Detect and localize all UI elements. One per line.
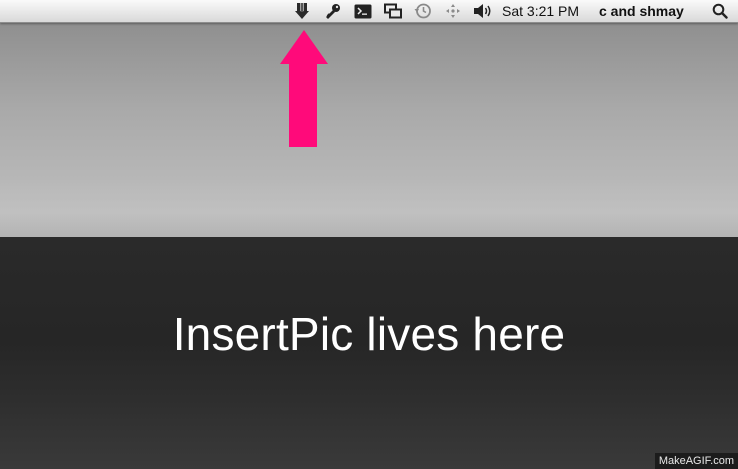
- clock-menu-extra[interactable]: Sat 3:21 PM: [502, 0, 586, 22]
- volume-icon: [473, 3, 493, 19]
- display-menu-extra[interactable]: [382, 0, 404, 22]
- caption-panel: InsertPic lives here: [0, 237, 738, 469]
- terminal-menu-extra[interactable]: [352, 0, 374, 22]
- caption-text: InsertPic lives here: [172, 308, 566, 360]
- spaces-menu-extra[interactable]: [442, 0, 464, 22]
- keychain-menu-extra[interactable]: [322, 0, 344, 22]
- terminal-icon: [354, 4, 372, 19]
- fast-user-switching-menu[interactable]: c and shmay: [599, 0, 695, 22]
- pointer-arrow: [280, 30, 328, 153]
- key-icon: [324, 2, 342, 20]
- watermark: MakeAGIF.com: [654, 453, 738, 469]
- time-machine-menu-extra[interactable]: [412, 0, 434, 22]
- menu-bar: Sat 3:21 PM c and shmay: [0, 0, 738, 23]
- magnifier-icon: [712, 3, 728, 19]
- desktop-background: [0, 23, 738, 237]
- spotlight-button[interactable]: [708, 0, 732, 22]
- user-name: c and shmay: [599, 3, 684, 19]
- pointer-arrow-shape: [280, 30, 328, 147]
- display-mirroring-icon: [384, 3, 402, 19]
- screen: Sat 3:21 PM c and shmay InsertPic lives …: [0, 0, 738, 469]
- download-arrow-icon: [294, 2, 310, 20]
- volume-menu-extra[interactable]: [471, 0, 495, 22]
- clock-text: Sat 3:21 PM: [502, 3, 580, 19]
- insertpic-menu-extra[interactable]: [292, 0, 312, 22]
- spaces-move-icon: [445, 3, 461, 19]
- time-machine-icon: [414, 2, 432, 20]
